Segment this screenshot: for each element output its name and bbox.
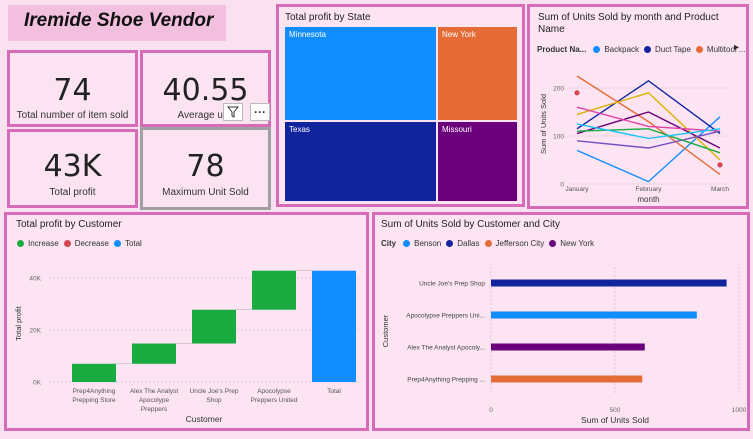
y-tick-label: 200 — [553, 86, 564, 93]
line-point[interactable] — [574, 90, 580, 96]
waterfall-bar[interactable] — [72, 363, 116, 382]
tile-label: New York — [442, 30, 476, 39]
line-chart-panel[interactable]: Sum of Units Sold by month and Product N… — [527, 4, 749, 209]
treemap-panel[interactable]: Total profit by State Minnesota New York… — [276, 4, 525, 207]
waterfall-bar[interactable] — [252, 270, 296, 310]
waterfall-panel[interactable]: Total profit by Customer Increase Decrea… — [4, 212, 369, 431]
y-axis-title: Sum of Units Sold — [539, 94, 548, 154]
y-axis-title: Customer — [381, 314, 390, 347]
kpi-label: Total number of item sold — [16, 110, 129, 121]
waterfall-bar[interactable] — [132, 343, 176, 364]
kpi-value: 78 — [186, 149, 225, 184]
filter-icon — [227, 106, 239, 118]
y-tick-label: Uncle Joe's Prep Shop — [419, 281, 485, 288]
x-tick-label: 500 — [610, 407, 621, 414]
waterfall-svg: 0K 20K 40K Prep4Anything Prepping Store Alex … — [14, 270, 359, 424]
kpi-label: Maximum Unit Sold — [162, 187, 249, 198]
barh-svg: 0 500 1000 Uncle Joe's Prep Shop Apocolypse … — [381, 267, 747, 425]
y-tick-label: 0 — [560, 182, 564, 189]
y-tick-label: 0K — [33, 380, 42, 387]
x-tick-label: Alex The Analyst Apocolype Preppers — [130, 388, 178, 413]
kpi-value: 43K — [43, 149, 102, 184]
x-axis-title: Customer — [186, 414, 223, 424]
line-point[interactable] — [717, 162, 723, 168]
line-chart-svg: 0 100 200 January February March month Sum of U… — [539, 75, 729, 204]
kpi-label: Total profit — [49, 187, 96, 198]
x-tick-label: 0 — [489, 407, 493, 414]
kpi-card-maximum-unit[interactable]: 78 Maximum Unit Sold — [140, 127, 271, 210]
waterfall-bar[interactable] — [192, 309, 236, 344]
x-tick-label: 1000 — [732, 407, 747, 414]
x-axis-title: month — [637, 195, 659, 204]
tile-label: Missouri — [442, 125, 472, 134]
bar-chart-panel[interactable]: Sum of Units Sold by Customer and City C… — [372, 212, 750, 431]
y-tick-label: Prep4Anything Prepping ... — [407, 377, 485, 384]
tile-label: Minnesota — [289, 30, 326, 39]
treemap-tile-new-york[interactable]: New York — [438, 27, 517, 120]
y-tick-label: 40K — [29, 276, 41, 283]
treemap-tile-missouri[interactable]: Missouri — [438, 122, 517, 201]
more-options-button[interactable]: ··· — [250, 103, 270, 121]
dashboard-title: Iremide Shoe Vendor — [24, 10, 214, 31]
x-tick-label: Uncle Joe's Prep Shop — [190, 388, 239, 404]
tile-label: Texas — [289, 125, 310, 134]
panel-title: Total profit by State — [285, 12, 371, 23]
x-axis-title: Sum of Units Sold — [581, 415, 649, 425]
kpi-card-items-sold[interactable]: 74 Total number of item sold — [7, 50, 138, 127]
waterfall-bar[interactable] — [312, 270, 356, 382]
bar[interactable] — [491, 375, 643, 383]
y-tick-label: Alex The Analyst Apocoly... — [407, 345, 485, 352]
x-tick-label: Apocolypse Preppers United — [251, 388, 298, 404]
kpi-value: 74 — [53, 73, 92, 108]
treemap-tile-texas[interactable]: Texas — [285, 122, 436, 201]
bar[interactable] — [491, 311, 697, 319]
bar[interactable] — [491, 279, 727, 287]
kpi-card-total-profit[interactable]: 43K Total profit — [7, 129, 138, 208]
y-axis-title: Total profit — [14, 305, 23, 341]
treemap-tile-minnesota[interactable]: Minnesota — [285, 27, 436, 120]
y-tick-label: 100 — [553, 134, 564, 141]
y-tick-label: Apocolypse Preppers Uni... — [406, 313, 485, 320]
x-tick-label: January — [565, 186, 589, 193]
filter-button[interactable] — [223, 103, 243, 121]
x-tick-label: March — [711, 186, 729, 193]
x-tick-label: February — [635, 186, 662, 193]
y-tick-label: 20K — [29, 328, 41, 335]
x-tick-label: Prep4Anything Prepping Store — [72, 388, 116, 404]
bar[interactable] — [491, 343, 645, 351]
x-tick-label: Total — [327, 388, 341, 395]
